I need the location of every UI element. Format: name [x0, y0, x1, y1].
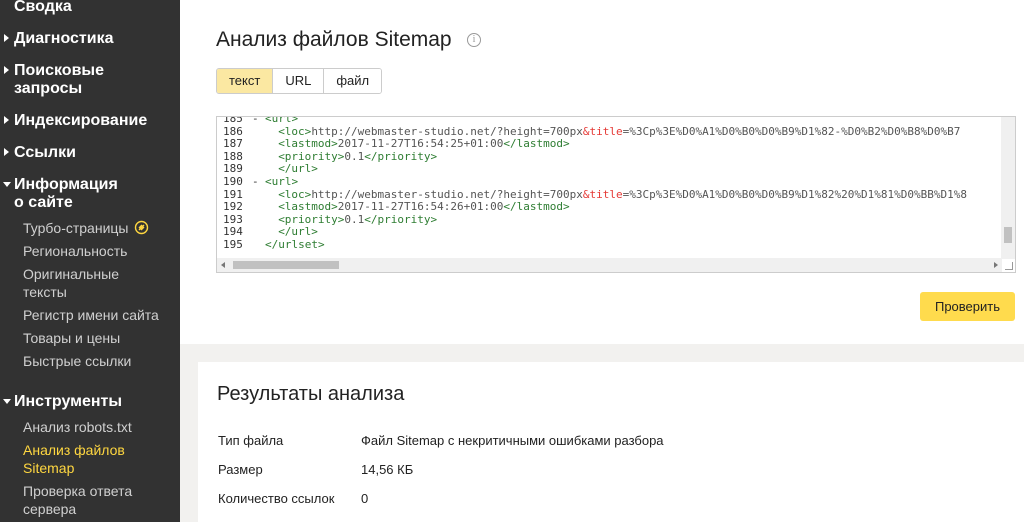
check-button[interactable]: Проверить [920, 292, 1015, 321]
result-label-link-count: Количество ссылок [218, 491, 335, 506]
info-icon[interactable]: i [467, 33, 481, 47]
code-token: http://webmaster-studio.net/?height=700p… [311, 124, 583, 138]
code-token: </lastmod> [503, 137, 570, 151]
line-number: 190 [223, 174, 243, 188]
sidebar-subitem-label: Оригинальные тексты [23, 266, 119, 300]
input-mode-tabs: текст URL файл [216, 68, 383, 94]
sidebar-subitem-robots-analysis[interactable]: Анализ robots.txt [23, 418, 173, 436]
line-number: 192 [223, 200, 243, 214]
scroll-right-icon[interactable] [994, 262, 998, 268]
tab-url[interactable]: URL [273, 69, 325, 93]
result-label-file-type: Тип файла [218, 433, 284, 448]
horizontal-scrollbar-thumb[interactable] [233, 261, 339, 269]
code-line: 189 </url> [217, 163, 992, 176]
code-token: <url> [265, 174, 299, 188]
code-line: 194 </url> [217, 226, 992, 239]
sidebar-subitem-site-name-case[interactable]: Регистр имени сайта [23, 306, 173, 324]
code-token: &title [582, 124, 623, 138]
code-token: 0.1 [344, 212, 365, 226]
code-token: <loc> [278, 187, 312, 201]
code-text: </urlset> [265, 237, 325, 252]
sidebar-item-label: Информация о сайте [14, 176, 118, 211]
code-token: 2017-11-27T16:54:25+01:00 [337, 137, 504, 151]
result-value-link-count: 0 [361, 491, 369, 506]
code-token: </lastmod> [503, 200, 570, 214]
page-title: Анализ файлов Sitemap [216, 28, 452, 51]
code-line: 195 </urlset> [217, 237, 992, 252]
sidebar-subitem-label: Товары и цены [23, 330, 121, 346]
chevron-right-icon [4, 66, 9, 74]
sidebar-subitem-label: Быстрые ссылки [23, 353, 132, 369]
sitemap-text-editor[interactable]: 185- <url> 186 <loc>http://webmaster-studio… [216, 116, 1016, 273]
sidebar-item-label: Ссылки [14, 144, 76, 161]
sidebar-subitem-turbo-pages[interactable]: Турбо-страницы [23, 219, 173, 237]
results-title: Результаты анализа [217, 383, 405, 405]
sidebar-subitem-label: Региональность [23, 243, 128, 259]
resize-handle-icon[interactable] [1005, 262, 1013, 270]
code-token: </priority> [364, 149, 438, 163]
code-token: </urlset> [265, 237, 325, 251]
chevron-right-icon [4, 148, 9, 156]
sidebar-subitem-server-response[interactable]: Проверка ответа сервера [23, 482, 143, 518]
sidebar-item-label: Диагностика [14, 30, 114, 47]
sidebar-subitem-label: Анализ файлов Sitemap [23, 442, 125, 476]
code-line: 188 <priority>0.1</priority> [217, 149, 992, 164]
code-token: <lastmod> [278, 200, 338, 214]
code-token: <priority> [278, 212, 345, 226]
tab-file[interactable]: файл [324, 69, 382, 93]
sidebar: Сводка Диагностика Поисковые запросы Инд… [0, 0, 180, 522]
sidebar-subitem-label: Анализ robots.txt [23, 419, 132, 435]
sidebar-subitem-products-prices[interactable]: Товары и цены [23, 329, 173, 347]
sidebar-subitem-original-texts[interactable]: Оригинальные тексты [23, 265, 133, 301]
code-token: =%3Cp%3E%D0%A1%D0%B0%D0%B9%D1%82-%D0%B2%… [622, 124, 961, 138]
sidebar-subitem-label: Турбо-страницы [23, 220, 129, 236]
line-number: 195 [223, 237, 243, 251]
results-section: Результаты анализа Тип файла Файл Sitema… [180, 344, 1024, 522]
sidebar-subitem-label: Регистр имени сайта [23, 307, 159, 323]
vertical-scrollbar-thumb[interactable] [1004, 227, 1012, 243]
results-card: Результаты анализа Тип файла Файл Sitema… [198, 362, 1024, 522]
chevron-down-icon [3, 182, 11, 187]
result-value-file-type: Файл Sitemap с некритичными ошибками раз… [361, 433, 664, 448]
result-label-size: Размер [218, 462, 263, 477]
code-token: <lastmod> [278, 137, 338, 151]
sidebar-item-label: Сводка [14, 0, 72, 15]
fold-marker-icon[interactable]: - [252, 117, 259, 126]
code-token: http://webmaster-studio.net/?height=700p… [311, 187, 583, 201]
code-token: 2017-11-27T16:54:26+01:00 [337, 200, 504, 214]
chevron-right-icon [4, 34, 9, 42]
chevron-right-icon [4, 116, 9, 124]
code-token: =%3Cp%3E%D0%A1%D0%B0%D0%B9%D1%82%20%D1%8… [622, 187, 967, 201]
code-token: <priority> [278, 149, 345, 163]
code-token: </url> [278, 225, 318, 239]
code-area[interactable]: 185- <url> 186 <loc>http://webmaster-studio… [217, 117, 992, 257]
code-token: <loc> [278, 124, 312, 138]
vertical-scrollbar[interactable] [1001, 117, 1015, 259]
scroll-left-icon[interactable] [221, 262, 225, 268]
sidebar-item-label: Поисковые запросы [14, 62, 104, 97]
line-number: 187 [223, 137, 243, 151]
code-token: &title [582, 187, 623, 201]
result-value-size: 14,56 КБ [361, 462, 414, 477]
code-line: 193 <priority>0.1</priority> [217, 212, 992, 227]
tab-text[interactable]: текст [217, 69, 274, 93]
sidebar-subitem-quick-links[interactable]: Быстрые ссылки [23, 352, 173, 370]
sidebar-subitem-sitemap-analysis[interactable]: Анализ файлов Sitemap [23, 441, 138, 477]
code-token: 0.1 [344, 149, 365, 163]
horizontal-scrollbar[interactable] [217, 258, 1002, 272]
sidebar-subitem-regionality[interactable]: Региональность [23, 242, 173, 260]
code-token: </priority> [364, 212, 438, 226]
rocket-icon [135, 220, 149, 235]
chevron-down-icon [3, 399, 11, 404]
sidebar-item-label: Инструменты [14, 393, 123, 410]
sidebar-subitem-label: Проверка ответа сервера [23, 483, 133, 517]
code-token: </url> [278, 162, 318, 176]
fold-marker-icon[interactable]: - [252, 175, 259, 189]
sidebar-item-label: Индексирование [14, 112, 148, 129]
main-content: Анализ файлов Sitemap i текст URL файл 1… [180, 0, 1024, 522]
